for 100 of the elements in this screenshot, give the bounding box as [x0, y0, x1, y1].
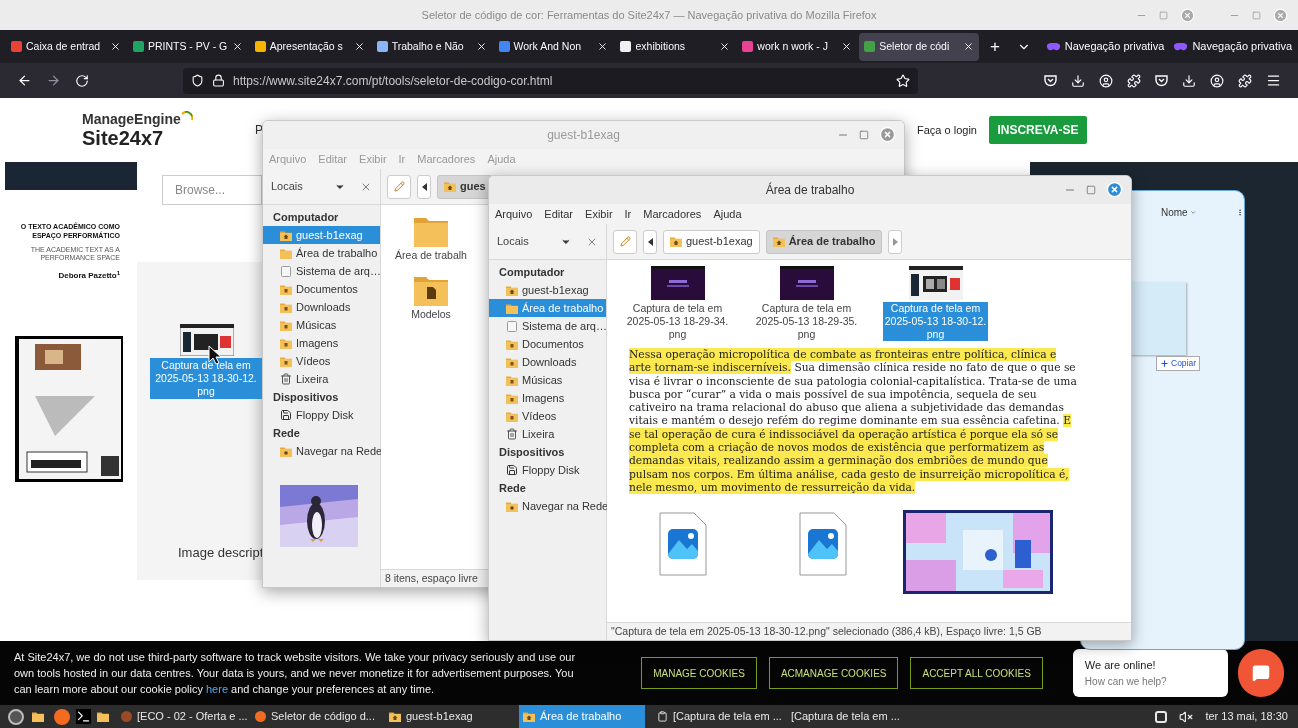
download-icon[interactable] — [1182, 73, 1196, 88]
lock-icon[interactable] — [212, 74, 225, 87]
path-button[interactable]: gues — [437, 174, 493, 199]
sidebar-item[interactable]: Downloads — [263, 298, 380, 316]
folder-icon — [280, 283, 292, 295]
sidebar-item[interactable]: Navegar na Rede — [263, 442, 380, 460]
close-tab-icon[interactable] — [841, 41, 853, 52]
browser-tab[interactable]: Seletor de códi — [859, 32, 980, 61]
pocket-icon[interactable] — [1155, 74, 1168, 87]
terminal-launcher-icon[interactable] — [76, 709, 91, 724]
browser-tab[interactable]: work n work - J — [737, 32, 858, 61]
file-label[interactable]: Modelos — [409, 308, 453, 321]
cookie-button[interactable]: ACMANAGE COOKIES — [768, 657, 899, 689]
plus-icon — [1160, 358, 1169, 368]
cookie-policy-link[interactable]: here — [206, 683, 229, 695]
start-menu-icon[interactable] — [8, 708, 24, 725]
close-tab-icon[interactable] — [597, 41, 609, 52]
reload-icon[interactable] — [75, 73, 89, 88]
account-icon[interactable] — [1099, 73, 1113, 88]
back-button[interactable] — [417, 174, 431, 199]
path-button[interactable]: Área de trabalho — [765, 229, 883, 254]
browser-tab[interactable]: PRINTS - PV - G — [127, 32, 248, 61]
bookmark-star-icon[interactable] — [896, 73, 910, 88]
shield-icon[interactable] — [191, 74, 204, 87]
extensions-icon[interactable] — [1127, 73, 1141, 88]
sidebar-item[interactable]: Documentos — [489, 335, 606, 353]
close-tab-icon[interactable] — [231, 41, 243, 52]
cookie-button[interactable]: MANAGE COOKIES — [641, 657, 757, 689]
browse-field[interactable]: Browse... — [162, 175, 262, 205]
chat-widget[interactable]: We are online! How can we help? — [1072, 649, 1229, 697]
sidebar-item[interactable]: Documentos — [263, 280, 380, 298]
close-icon[interactable] — [879, 126, 896, 143]
menu-item[interactable]: Editar — [544, 205, 574, 223]
file-label[interactable]: Captura de tela em 2025-05-13 18-29-34. png — [624, 302, 731, 341]
sidebar-item[interactable]: Imagens — [489, 389, 606, 407]
close-tab-icon[interactable] — [963, 41, 975, 52]
sidebar-item[interactable]: Floppy Disk — [489, 461, 606, 479]
browser-tab[interactable]: Work And Non — [493, 32, 614, 61]
cookie-button[interactable]: ACCEPT ALL COOKIES — [910, 657, 1043, 689]
nav-link[interactable]: P — [255, 121, 263, 139]
sidebar-item[interactable]: Área de trabalho — [263, 244, 380, 262]
volume-muted-icon[interactable] — [1179, 709, 1194, 724]
close-tab-icon[interactable] — [475, 41, 487, 52]
browser-tab[interactable]: Trabalho e Não — [371, 32, 492, 61]
menu-icon[interactable] — [1266, 73, 1281, 88]
back-button[interactable] — [643, 229, 657, 254]
sidebar-item[interactable]: Músicas — [489, 371, 606, 389]
extensions-icon[interactable] — [1238, 73, 1252, 88]
browser-tab[interactable]: Apresentação s — [249, 32, 370, 61]
sort-dropdown[interactable]: Nome — [1161, 205, 1188, 220]
menu-item[interactable]: Ajuda — [713, 205, 742, 223]
path-button[interactable]: guest-b1exag — [663, 229, 760, 254]
taskbar-item[interactable]: guest-b1exag — [385, 705, 511, 728]
file-label[interactable]: Captura de tela em 2025-05-13 18-29-35. png — [753, 302, 860, 341]
window-title: Área de trabalho — [765, 181, 855, 199]
signup-button[interactable]: INSCREVA-SE — [988, 116, 1087, 144]
menu-item[interactable]: Ir — [624, 205, 632, 223]
places-dropdown[interactable]: Locais — [271, 178, 331, 195]
notification-icon[interactable] — [1155, 710, 1168, 723]
close-tab-icon[interactable] — [719, 41, 731, 52]
menu-item[interactable]: Marcadores — [643, 205, 702, 223]
new-tab-button[interactable]: + — [981, 33, 1009, 60]
sidebar-item[interactable]: Músicas — [263, 316, 380, 334]
sidebar-item[interactable]: Navegar na Rede — [489, 497, 606, 515]
sidebar-item[interactable]: Lixeira — [489, 425, 606, 443]
download-icon[interactable] — [1071, 73, 1085, 88]
url-field[interactable]: https://www.site24x7.com/pt/tools/seletor-de-codigo-cor.html — [183, 67, 918, 94]
taskbar-item[interactable]: [Captura de tela em ... — [653, 705, 779, 728]
pocket-icon[interactable] — [1044, 74, 1057, 87]
firefox-launcher-icon[interactable] — [54, 708, 70, 725]
places-dropdown[interactable]: Locais — [497, 233, 557, 250]
account-icon[interactable] — [1210, 73, 1224, 88]
back-icon[interactable] — [17, 73, 32, 88]
sidebar-item[interactable]: Imagens — [263, 334, 380, 352]
close-icon[interactable] — [1106, 181, 1123, 198]
close-tab-icon[interactable] — [109, 41, 121, 52]
sidebar-item[interactable]: Floppy Disk — [263, 406, 380, 424]
sidebar-item[interactable]: Sistema de arq… — [263, 262, 380, 280]
chat-button[interactable] — [1238, 649, 1284, 697]
browser-tab[interactable]: exhibitions — [615, 32, 736, 61]
close-tab-icon[interactable] — [353, 41, 365, 52]
clock[interactable]: ter 13 mai, 18:30 — [1205, 708, 1288, 725]
login-link[interactable]: Faça o login — [917, 121, 977, 139]
forward-button[interactable] — [888, 229, 903, 254]
sidebar-item[interactable]: guest-b1exag — [489, 281, 606, 299]
file-label[interactable]: Área de trabalh — [393, 249, 469, 262]
sidebar-item[interactable]: Lixeira — [263, 370, 380, 388]
taskbar-item[interactable]: [Captura de tela em ... — [787, 705, 913, 728]
sidebar-item[interactable]: Sistema de arq… — [489, 317, 606, 335]
copy-tag[interactable]: Copiar — [1156, 356, 1201, 371]
menu-item[interactable]: Arquivo — [495, 205, 533, 223]
folder-icon — [506, 410, 518, 422]
browser-tab[interactable]: Caixa de entrad — [6, 32, 126, 61]
taskbar-item[interactable]: Seletor de código d... — [251, 705, 377, 728]
sidebar-item[interactable]: Vídeos — [263, 352, 380, 370]
more-options-icon[interactable] — [1236, 207, 1244, 218]
sidebar-item[interactable]: Vídeos — [489, 407, 606, 425]
sidebar-item[interactable]: Downloads — [489, 353, 606, 371]
forward-icon[interactable] — [46, 73, 61, 88]
menu-item[interactable]: Exibir — [585, 205, 613, 223]
